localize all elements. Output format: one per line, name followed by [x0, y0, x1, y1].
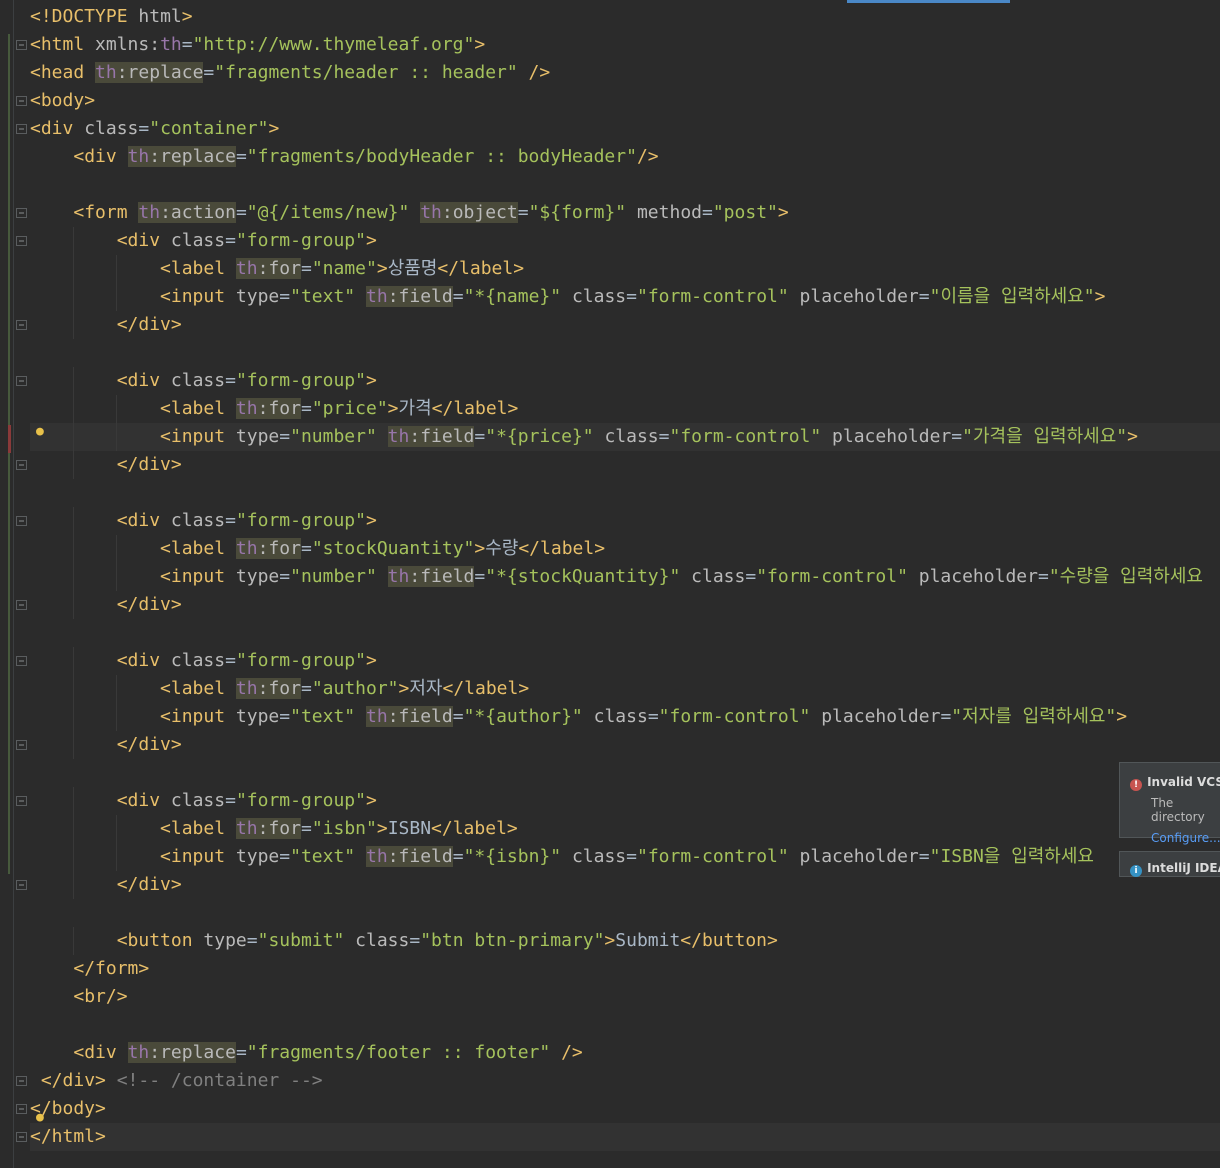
- code-line[interactable]: <div class="form-group">: [30, 227, 1220, 255]
- code-line[interactable]: <form th:action="@{/items/new}" th:objec…: [30, 199, 1220, 227]
- code-line[interactable]: <br/>: [30, 983, 1220, 1011]
- gutter-divider: [13, 0, 14, 1168]
- fold-marker-icon[interactable]: [16, 656, 27, 666]
- fold-marker-icon[interactable]: [16, 96, 27, 106]
- fold-marker-icon[interactable]: [16, 320, 27, 330]
- code-line[interactable]: </div>: [30, 731, 1220, 759]
- fold-marker-icon[interactable]: [16, 880, 27, 890]
- code-line[interactable]: <label th:for="name">상품명</label>: [30, 255, 1220, 283]
- code-line[interactable]: [30, 479, 1220, 507]
- code-line[interactable]: [30, 339, 1220, 367]
- code-line[interactable]: <div th:replace="fragments/bodyHeader ::…: [30, 143, 1220, 171]
- code-line[interactable]: <label th:for="isbn">ISBN</label>: [30, 815, 1220, 843]
- code-line[interactable]: <input type="text" th:field="*{isbn}" cl…: [30, 843, 1220, 871]
- fold-marker-icon[interactable]: [16, 740, 27, 750]
- code-line[interactable]: <head th:replace="fragments/header :: he…: [30, 59, 1220, 87]
- fold-marker-icon[interactable]: [16, 796, 27, 806]
- intention-bulb-icon[interactable]: ●: [36, 1110, 44, 1125]
- fold-marker-icon[interactable]: [16, 376, 27, 386]
- code-line[interactable]: <div class="form-group">: [30, 787, 1220, 815]
- fold-marker-icon[interactable]: [16, 40, 27, 50]
- info-icon: i: [1130, 865, 1142, 877]
- notification-body: The directory: [1151, 796, 1205, 824]
- code-line[interactable]: <label th:for="stockQuantity">수량</label>: [30, 535, 1220, 563]
- code-line[interactable]: [30, 759, 1220, 787]
- code-line[interactable]: [30, 171, 1220, 199]
- code-line[interactable]: <div th:replace="fragments/footer :: foo…: [30, 1039, 1220, 1067]
- code-line[interactable]: </div>: [30, 451, 1220, 479]
- code-line[interactable]: <input type="text" th:field="*{name}" cl…: [30, 283, 1220, 311]
- code-line[interactable]: [30, 619, 1220, 647]
- code-line[interactable]: <!DOCTYPE html>: [30, 3, 1220, 31]
- code-line[interactable]: [30, 1011, 1220, 1039]
- code-line[interactable]: </div> <!-- /container -->: [30, 1067, 1220, 1095]
- code-line[interactable]: </div>: [30, 311, 1220, 339]
- code-line[interactable]: <div class="container">: [30, 115, 1220, 143]
- fold-marker-icon[interactable]: [16, 208, 27, 218]
- code-line[interactable]: <div class="form-group">: [30, 647, 1220, 675]
- fold-marker-icon[interactable]: [16, 1076, 27, 1086]
- code-line[interactable]: [30, 899, 1220, 927]
- fold-marker-icon[interactable]: [16, 124, 27, 134]
- code-line[interactable]: </div>: [30, 871, 1220, 899]
- fold-marker-icon[interactable]: [16, 600, 27, 610]
- editor-gutter[interactable]: [0, 0, 30, 1168]
- code-line[interactable]: <label th:for="price">가격</label>: [30, 395, 1220, 423]
- code-line[interactable]: <button type="submit" class="btn btn-pri…: [30, 927, 1220, 955]
- configure-link[interactable]: Configure...: [1120, 824, 1220, 845]
- notification-title: IntelliJ IDEA: [1147, 861, 1220, 875]
- fold-marker-icon[interactable]: [16, 236, 27, 246]
- fold-marker-icon[interactable]: [16, 1104, 27, 1114]
- code-line[interactable]: <div class="form-group">: [30, 367, 1220, 395]
- code-line[interactable]: </div>: [30, 591, 1220, 619]
- notification-title: Invalid VCS: [1147, 775, 1220, 789]
- code-line[interactable]: <html xmlns:th="http://www.thymeleaf.org…: [30, 31, 1220, 59]
- code-line[interactable]: <div class="form-group">: [30, 507, 1220, 535]
- fold-marker-icon[interactable]: [16, 1132, 27, 1142]
- code-line[interactable]: </body>: [30, 1095, 1220, 1123]
- notification-invalid-vcs[interactable]: ! Invalid VCS The directory Configure...: [1119, 762, 1220, 845]
- vcs-modified-marker[interactable]: [8, 425, 11, 453]
- fold-marker-icon[interactable]: [16, 460, 27, 470]
- code-line[interactable]: <input type="number" th:field="*{stockQu…: [30, 563, 1220, 591]
- intention-bulb-icon[interactable]: ●: [36, 424, 44, 439]
- error-icon: !: [1130, 779, 1142, 791]
- code-line[interactable]: <body>: [30, 87, 1220, 115]
- fold-marker-icon[interactable]: [16, 516, 27, 526]
- code-line[interactable]: <label th:for="author">저자</label>: [30, 675, 1220, 703]
- code-line[interactable]: </html>: [30, 1123, 1220, 1151]
- vcs-change-marker[interactable]: [8, 34, 10, 874]
- code-editor[interactable]: <!DOCTYPE html> <html xmlns:th="http://ww…: [30, 3, 1220, 1151]
- code-line[interactable]: </form>: [30, 955, 1220, 983]
- notification-intellij[interactable]: i IntelliJ IDEA: [1119, 851, 1220, 877]
- code-line[interactable]: <input type="number" th:field="*{price}"…: [30, 423, 1220, 451]
- code-line[interactable]: <input type="text" th:field="*{author}" …: [30, 703, 1220, 731]
